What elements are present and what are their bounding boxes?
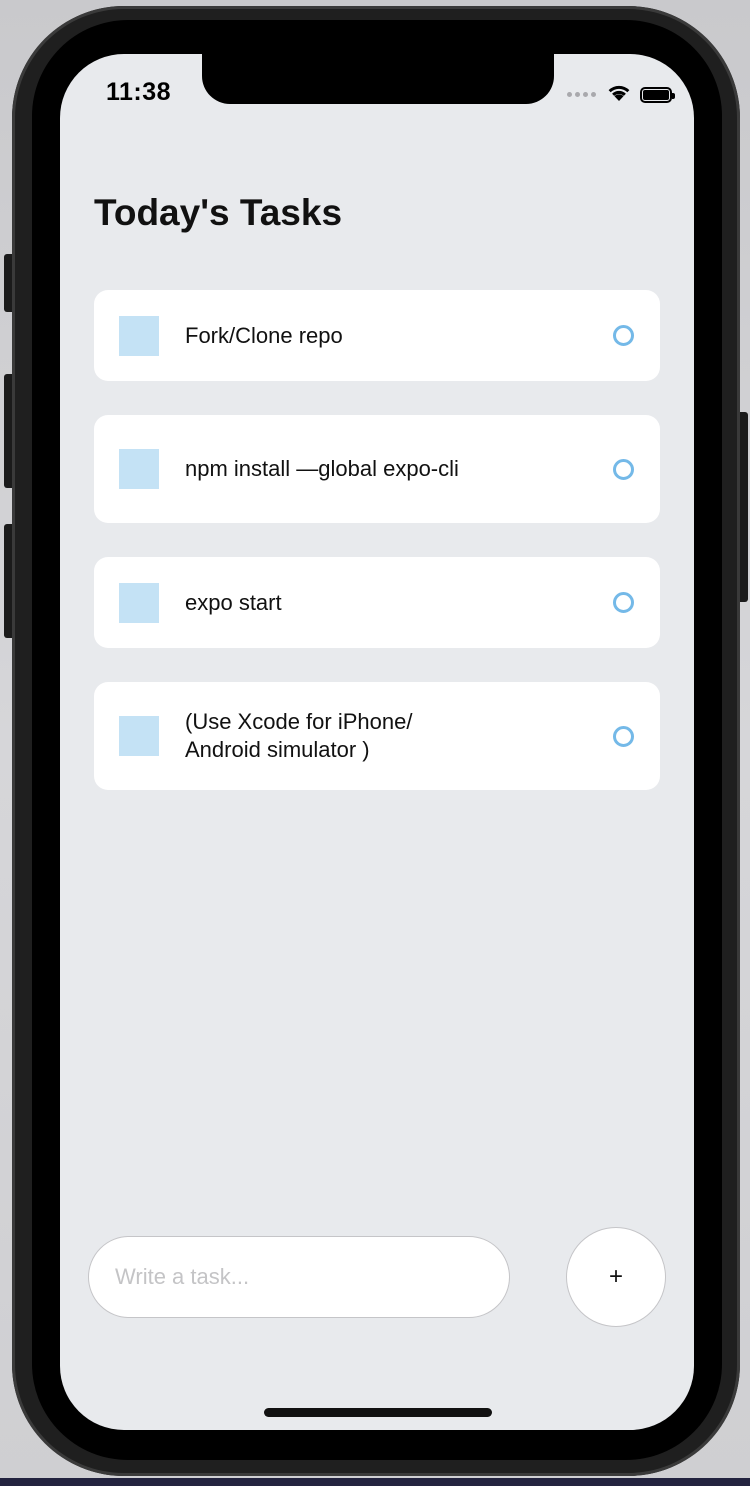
task-item[interactable]: npm install —global expo-cli bbox=[94, 415, 660, 523]
page-title: Today's Tasks bbox=[94, 192, 343, 233]
notch bbox=[202, 54, 554, 104]
task-circle-icon[interactable] bbox=[613, 325, 634, 346]
signal-dots-icon bbox=[567, 92, 596, 97]
task-circle-icon[interactable] bbox=[613, 592, 634, 613]
status-time: 11:38 bbox=[106, 78, 172, 106]
task-square-icon bbox=[119, 716, 159, 756]
task-list: Fork/Clone repo npm install —global expo… bbox=[94, 290, 660, 824]
app-screen: 11:38 Today's Tasks Fork/Clone repo npm … bbox=[60, 54, 694, 1430]
task-square-icon bbox=[119, 315, 159, 356]
task-square-icon bbox=[119, 582, 159, 623]
battery-icon bbox=[640, 86, 675, 103]
task-circle-icon[interactable] bbox=[613, 725, 634, 747]
task-input[interactable] bbox=[88, 1236, 510, 1318]
task-circle-icon[interactable] bbox=[613, 458, 634, 480]
desktop-background-band bbox=[0, 1478, 750, 1486]
task-text: expo start bbox=[185, 589, 282, 615]
wifi-icon bbox=[606, 82, 632, 107]
add-task-button[interactable]: + bbox=[566, 1227, 666, 1327]
task-text: Fork/Clone repo bbox=[185, 322, 343, 348]
home-indicator bbox=[264, 1408, 492, 1417]
status-icons bbox=[567, 82, 675, 107]
task-item[interactable]: Fork/Clone repo bbox=[94, 290, 660, 381]
task-text: (Use Xcode for iPhone/ Android simulator… bbox=[185, 709, 413, 762]
task-item[interactable]: expo start bbox=[94, 557, 660, 648]
task-text: npm install —global expo-cli bbox=[185, 456, 459, 481]
task-item[interactable]: (Use Xcode for iPhone/ Android simulator… bbox=[94, 682, 660, 790]
task-square-icon bbox=[119, 449, 159, 489]
